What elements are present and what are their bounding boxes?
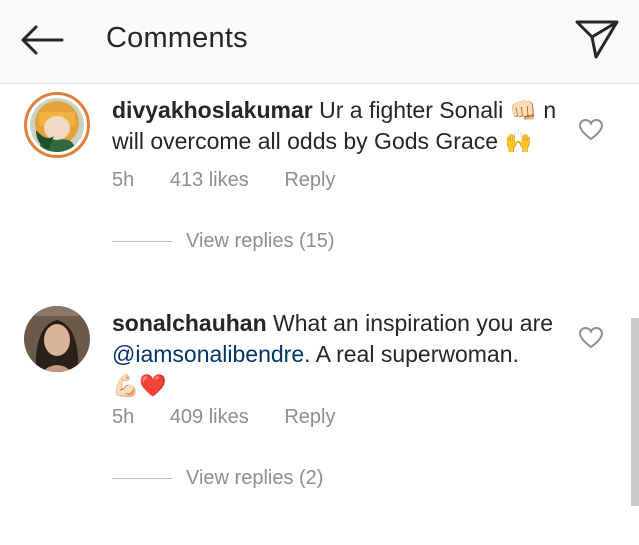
avatar[interactable] <box>24 92 90 158</box>
mention-link[interactable]: @iamsonalibendre <box>112 341 304 367</box>
comment-text: sonalchauhan What an inspiration you are… <box>112 308 562 401</box>
raised-hands-emoji: 🙌 <box>504 129 532 154</box>
view-replies-label: View replies (2) <box>186 467 324 489</box>
back-arrow-icon[interactable] <box>18 22 66 58</box>
divider <box>112 478 172 479</box>
scrollbar[interactable] <box>631 318 639 506</box>
comment-body: What an inspiration you are <box>273 310 554 336</box>
divider <box>112 241 172 242</box>
muscle-heart-emoji: 💪🏻❤️ <box>112 373 167 398</box>
comment-likes[interactable]: 413 likes <box>170 169 249 191</box>
avatar[interactable] <box>24 306 90 372</box>
comment-username[interactable]: sonalchauhan <box>112 310 267 336</box>
view-replies-button[interactable]: View replies (15) <box>112 230 335 253</box>
reply-button[interactable]: Reply <box>284 406 335 428</box>
avatar-image <box>30 98 84 152</box>
comment-text: divyakhoslakumar Ur a fighter Sonali 👊🏻 … <box>112 95 562 157</box>
comment-username[interactable]: divyakhoslakumar <box>112 97 313 123</box>
send-icon[interactable] <box>574 18 620 60</box>
fist-emoji: 👊🏻 <box>509 98 537 123</box>
comment-meta: 5h 413 likes Reply <box>112 169 365 192</box>
comments-header: Comments <box>0 0 639 84</box>
view-replies-label: View replies (15) <box>186 230 335 252</box>
comment-time: 5h <box>112 169 135 191</box>
page-title: Comments <box>106 22 248 54</box>
comment-meta: 5h 409 likes Reply <box>112 406 365 429</box>
like-heart-icon[interactable] <box>578 118 604 142</box>
reply-button[interactable]: Reply <box>284 169 335 191</box>
like-heart-icon[interactable] <box>578 326 604 350</box>
comment-likes[interactable]: 409 likes <box>170 406 249 428</box>
comment-body-continued: . A real superwoman. <box>304 341 519 367</box>
comment-time: 5h <box>112 406 135 428</box>
comment-body: Ur a fighter Sonali <box>319 97 510 123</box>
view-replies-button[interactable]: View replies (2) <box>112 467 323 490</box>
avatar-image <box>24 306 90 372</box>
